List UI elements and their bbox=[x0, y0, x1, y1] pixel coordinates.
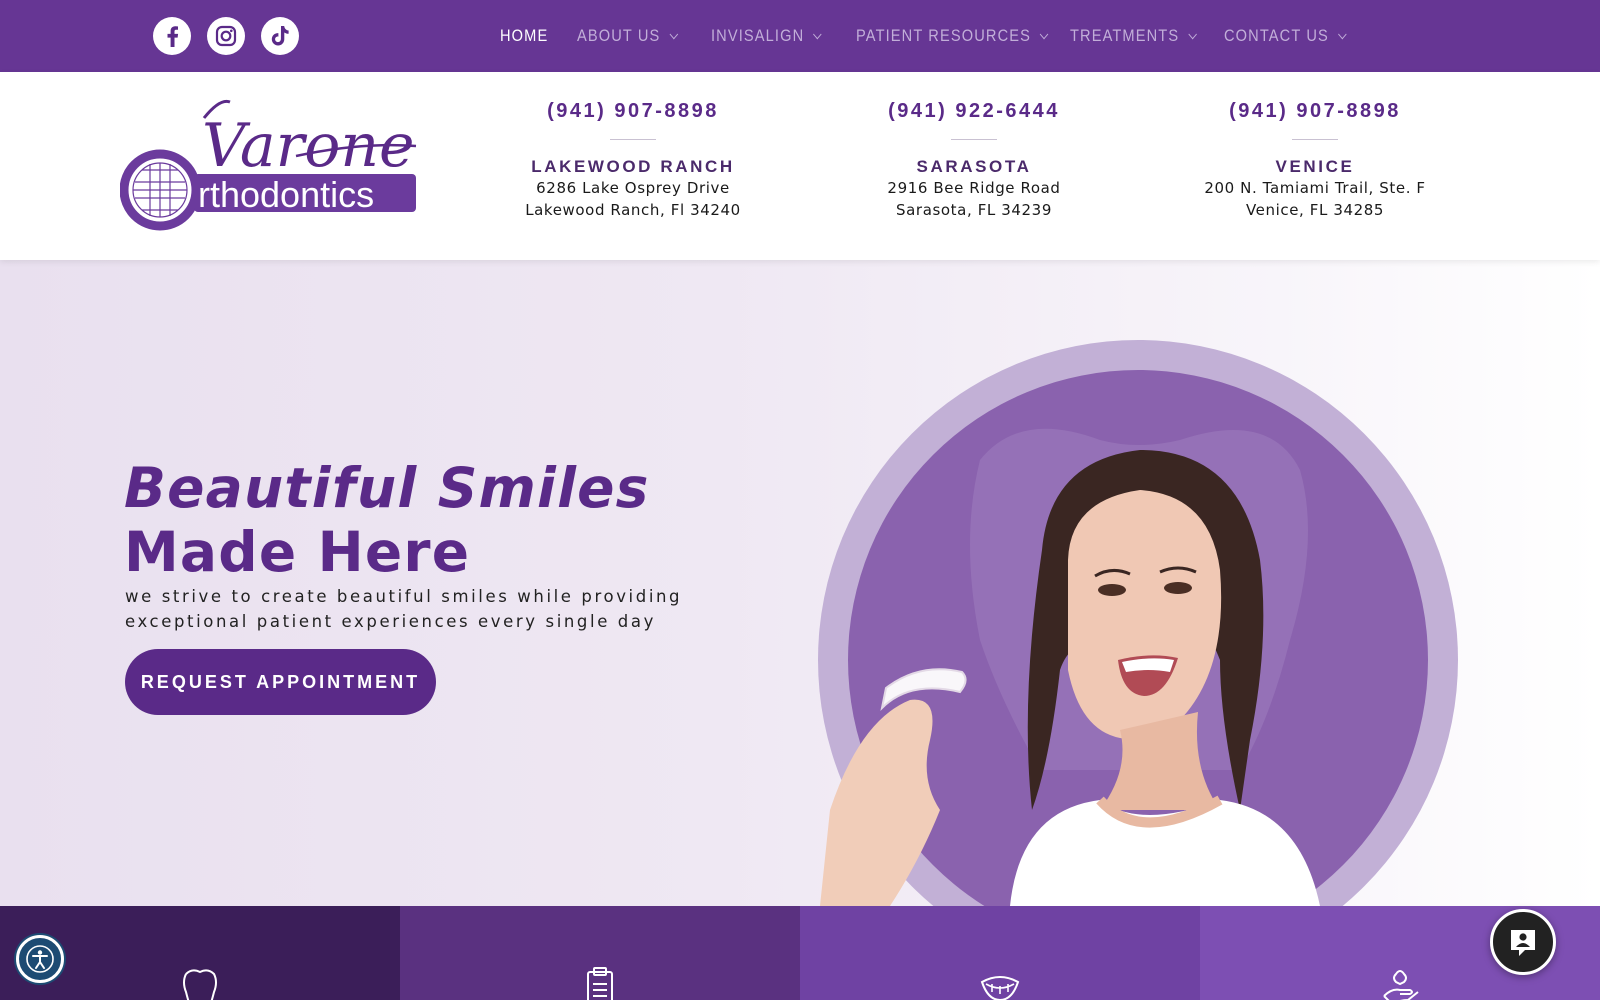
nav-label: TREATMENTS bbox=[1070, 26, 1180, 45]
chat-icon bbox=[1511, 930, 1535, 956]
feature-card[interactable] bbox=[400, 906, 800, 1000]
address-line-1: 6286 Lake Osprey Drive bbox=[536, 179, 730, 197]
top-bar: HOME ABOUT US INVISALIGN PATIENT RESOURC… bbox=[0, 0, 1600, 72]
site-logo[interactable]: Varone rthodontics bbox=[119, 94, 430, 234]
divider bbox=[610, 139, 656, 140]
location-sarasota: (941) 922-6444 SARASOTA 2916 Bee Ridge R… bbox=[824, 100, 1124, 221]
hand-icon bbox=[1383, 970, 1419, 1000]
feature-strip bbox=[0, 906, 1600, 1000]
nav-item-about-us[interactable]: ABOUT US bbox=[577, 0, 679, 72]
site-header: Varone rthodontics (941) 907-8898 LAKEWO… bbox=[0, 72, 1600, 260]
nav-label: ABOUT US bbox=[577, 26, 661, 45]
hero-subtitle-line-1: we strive to create beautiful smiles whi… bbox=[125, 587, 683, 606]
nav-label: INVISALIGN bbox=[711, 26, 805, 45]
nav-label: CONTACT US bbox=[1224, 26, 1329, 45]
location-name: SARASOTA bbox=[916, 157, 1032, 176]
clipboard-icon bbox=[587, 967, 613, 1000]
request-appointment-button[interactable]: REQUEST APPOINTMENT bbox=[125, 649, 436, 715]
phone-link[interactable]: (941) 907-8898 bbox=[1165, 100, 1465, 123]
feature-card[interactable] bbox=[800, 906, 1200, 1000]
location-lakewood-ranch: (941) 907-8898 LAKEWOOD RANCH 6286 Lake … bbox=[483, 100, 783, 221]
phone-link[interactable]: (941) 922-6444 bbox=[824, 100, 1124, 123]
chat-button[interactable] bbox=[1490, 909, 1556, 975]
accessibility-button[interactable] bbox=[16, 935, 64, 983]
address-line-2: Lakewood Ranch, Fl 34240 bbox=[525, 201, 741, 219]
divider bbox=[1292, 139, 1338, 140]
chevron-down-icon bbox=[1188, 28, 1197, 39]
hero-image bbox=[818, 340, 1458, 906]
instagram-icon[interactable] bbox=[207, 17, 245, 55]
accessibility-icon bbox=[26, 945, 54, 973]
tiktok-icon[interactable] bbox=[261, 17, 299, 55]
hero-subtitle-line-2: exceptional patient experiences every si… bbox=[125, 612, 656, 631]
address-line-2: Venice, FL 34285 bbox=[1245, 201, 1385, 219]
nav-item-contact-us[interactable]: CONTACT US bbox=[1224, 0, 1347, 72]
logo-wordmark-text: rthodontics bbox=[198, 174, 374, 215]
location-name: LAKEWOOD RANCH bbox=[531, 157, 735, 176]
nav-item-patient-resources[interactable]: PATIENT RESOURCES bbox=[856, 0, 1049, 72]
nav-item-treatments[interactable]: TREATMENTS bbox=[1070, 0, 1197, 72]
hero-subtitle: we strive to create beautiful smiles whi… bbox=[125, 584, 725, 634]
nav-label: PATIENT RESOURCES bbox=[856, 26, 1031, 45]
hero-title: Beautiful Smiles Made Here bbox=[124, 456, 650, 584]
facebook-icon[interactable] bbox=[153, 17, 191, 55]
chevron-down-icon bbox=[1338, 28, 1347, 39]
phone-link[interactable]: (941) 907-8898 bbox=[483, 100, 783, 123]
chevron-down-icon bbox=[669, 28, 679, 39]
address-line-1: 2916 Bee Ridge Road bbox=[887, 179, 1061, 197]
hero-title-line-2: Made Here bbox=[124, 520, 471, 584]
location-name: VENICE bbox=[1275, 157, 1355, 176]
nav-item-invisalign[interactable]: INVISALIGN bbox=[711, 0, 822, 72]
location-venice: (941) 907-8898 VENICE 200 N. Tamiami Tra… bbox=[1165, 100, 1465, 221]
hero-section: Beautiful Smiles Made Here we strive to … bbox=[0, 260, 1600, 906]
nav-label: HOME bbox=[500, 26, 549, 45]
nav-item-home[interactable]: HOME bbox=[500, 0, 548, 72]
smile-icon bbox=[980, 976, 1020, 1000]
tooth-icon bbox=[183, 969, 217, 1000]
address-line-2: Sarasota, FL 34239 bbox=[896, 201, 1052, 219]
chevron-down-icon bbox=[1040, 28, 1049, 39]
chevron-down-icon bbox=[813, 28, 822, 39]
address-line-1: 200 N. Tamiami Trail, Ste. F bbox=[1204, 179, 1426, 197]
divider bbox=[951, 139, 997, 140]
hero-title-line-1: Beautiful Smiles bbox=[124, 456, 650, 520]
